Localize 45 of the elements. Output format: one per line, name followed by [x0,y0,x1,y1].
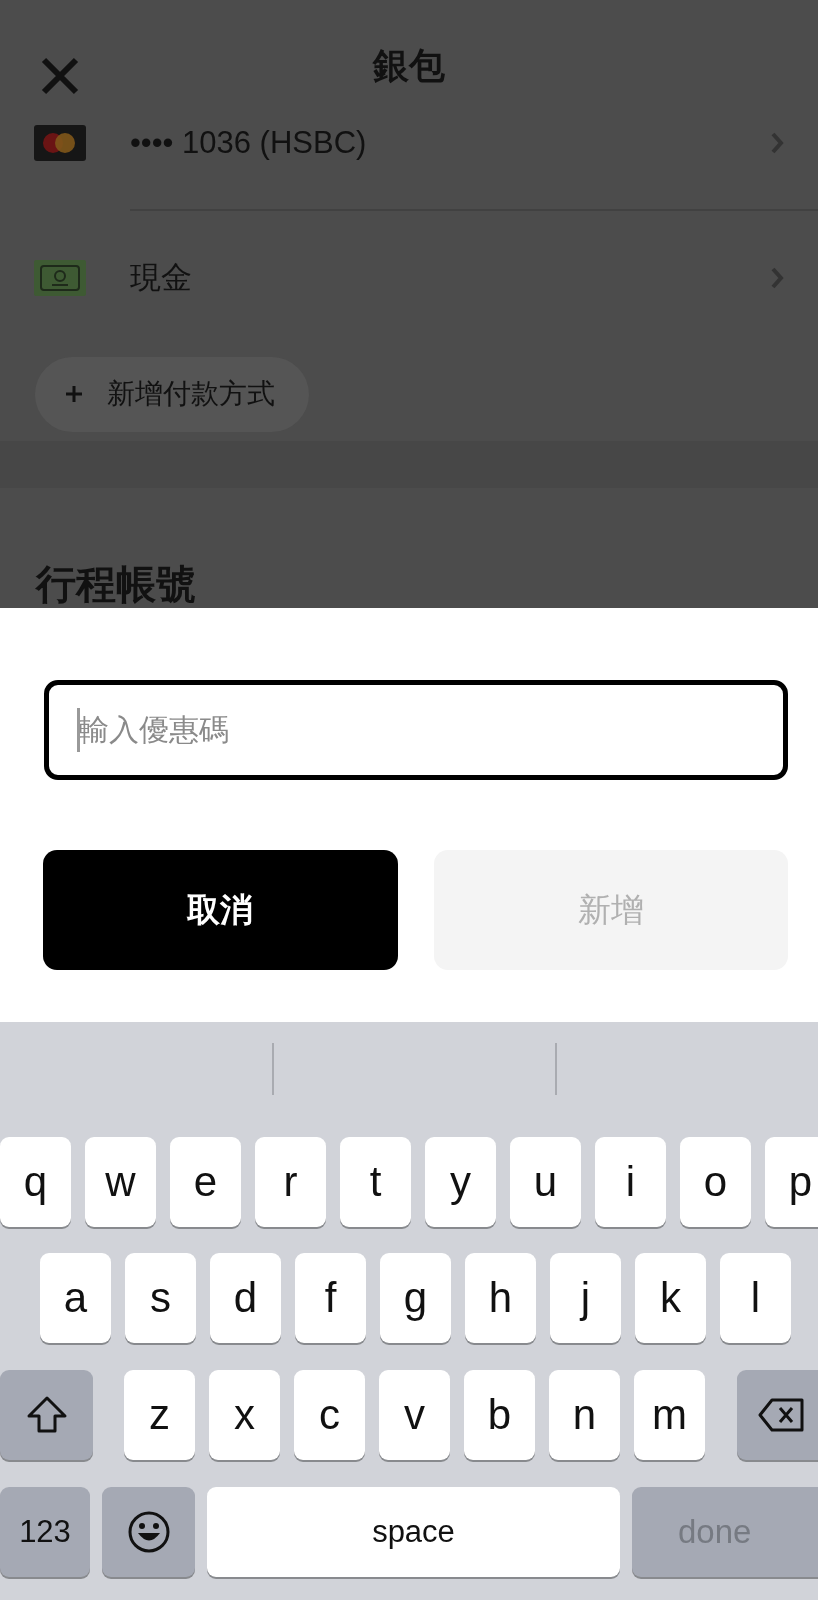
letter-key[interactable]: x [209,1370,280,1460]
letter-key[interactable]: t [340,1137,411,1227]
letter-key[interactable]: n [549,1370,620,1460]
backspace-icon [758,1397,806,1433]
promo-code-field[interactable]: 輸入優惠碼 [44,680,788,780]
letter-key[interactable]: w [85,1137,156,1227]
letter-key[interactable]: l [720,1253,791,1343]
letter-key[interactable]: f [295,1253,366,1343]
plus-icon [65,385,83,404]
letter-key[interactable]: g [380,1253,451,1343]
page-title: 銀包 [373,44,445,89]
chevron-icon [770,265,784,290]
letter-key[interactable]: z [124,1370,195,1460]
payment-method-label: •••• 1036 (HSBC) [130,124,368,161]
letter-key[interactable]: s [125,1253,196,1343]
letter-key[interactable]: b [464,1370,535,1460]
shift-key[interactable] [0,1370,93,1460]
letter-key[interactable]: r [255,1137,326,1227]
letter-key[interactable]: h [465,1253,536,1343]
letter-key[interactable]: e [170,1137,241,1227]
card-icon [34,124,86,161]
letter-key[interactable]: k [635,1253,706,1343]
space-bar[interactable]: space [207,1487,620,1577]
numbers-key[interactable]: 123 [0,1487,90,1577]
letter-key[interactable]: a [40,1253,111,1343]
letter-key[interactable]: j [550,1253,621,1343]
emoji-key[interactable] [102,1487,195,1577]
backspace-key[interactable] [737,1370,818,1460]
section-heading: 行程帳號 [36,561,196,608]
letter-key[interactable]: q [0,1137,71,1227]
cancel-button[interactable]: 取消 [43,850,398,970]
letter-key[interactable]: v [379,1370,450,1460]
letter-key[interactable]: c [294,1370,365,1460]
letter-key[interactable]: o [680,1137,751,1227]
letter-key[interactable]: y [425,1137,496,1227]
text-cursor [77,708,80,752]
letter-key[interactable]: u [510,1137,581,1227]
banknote-icon [34,259,86,296]
letter-key[interactable]: i [595,1137,666,1227]
chevron-icon [770,130,784,155]
letter-key[interactable]: p [765,1137,818,1227]
letter-key[interactable]: d [210,1253,281,1343]
payment-method-label: 現金 [130,258,193,297]
letter-key[interactable]: m [634,1370,705,1460]
smiley-icon [126,1510,171,1554]
